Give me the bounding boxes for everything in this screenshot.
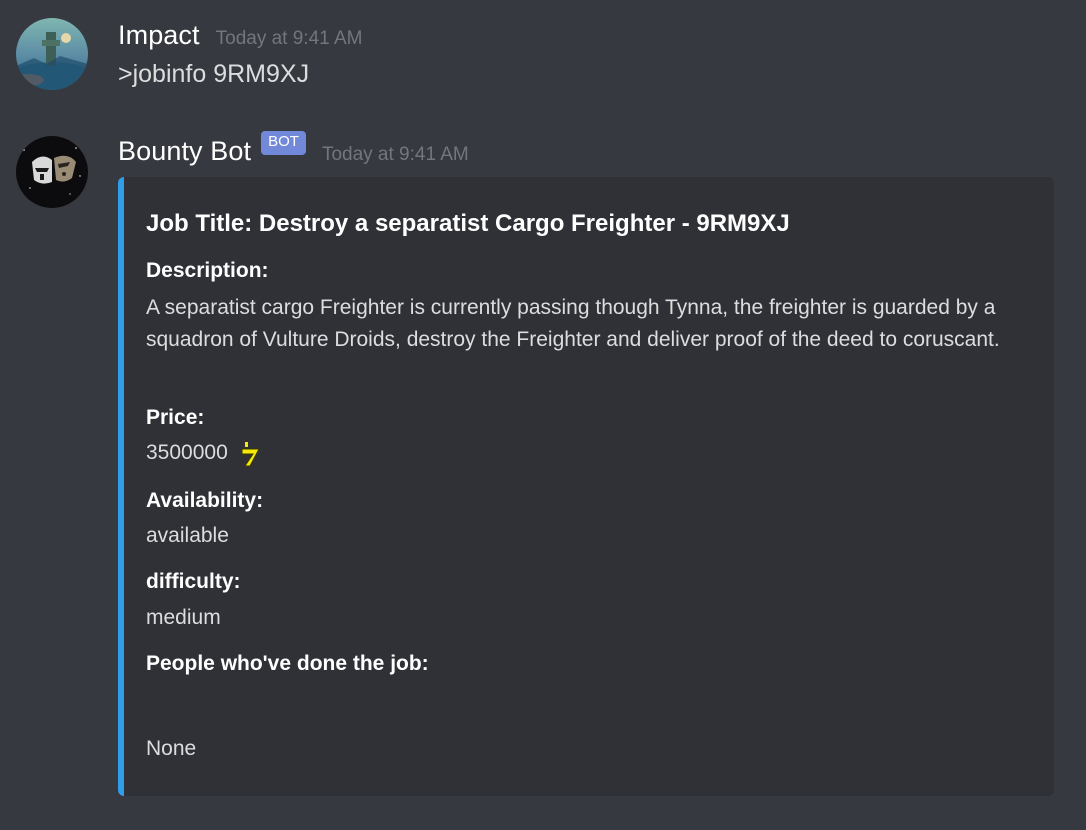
clone-trooper-avatar-icon[interactable] — [16, 136, 88, 208]
message-bounty-bot: Bounty Bot BOT Today at 9:41 AM Job Titl… — [0, 118, 1086, 818]
bot-tag-badge: BOT — [261, 131, 306, 155]
field-value-people: None — [146, 737, 197, 760]
field-value-price: 3500000 — [146, 441, 228, 464]
job-embed: Job Title: Destroy a separatist Cargo Fr… — [118, 177, 1054, 796]
username[interactable]: Bounty Bot — [118, 136, 251, 167]
timestamp: Today at 9:41 AM — [215, 28, 363, 49]
field-name-people: People who've done the job: — [146, 652, 429, 675]
chat-messages: Impact Today at 9:41 AM >jobinfo 9RM9XJ — [0, 0, 1086, 830]
field-name-price: Price: — [146, 406, 205, 429]
message-text: >jobinfo 9RM9XJ — [118, 60, 310, 88]
field-value-difficulty: medium — [146, 606, 221, 629]
field-name-availability: Availability: — [146, 489, 264, 512]
message-impact: Impact Today at 9:41 AM >jobinfo 9RM9XJ — [0, 0, 1086, 110]
credit-icon — [240, 439, 262, 467]
message-header: Impact Today at 9:41 AM — [118, 20, 362, 51]
field-value-availability: available — [146, 524, 229, 547]
field-name-description: Description: — [146, 259, 269, 282]
username[interactable]: Impact — [118, 20, 200, 51]
timestamp: Today at 9:41 AM — [321, 144, 469, 165]
landscape-avatar-icon[interactable] — [16, 18, 88, 90]
field-value-description: A separatist cargo Freighter is currentl… — [146, 296, 1000, 351]
embed-title: Job Title: Destroy a separatist Cargo Fr… — [146, 210, 790, 237]
message-header: Bounty Bot BOT Today at 9:41 AM — [118, 131, 469, 167]
field-value-price-row: 3500000 — [146, 437, 262, 469]
field-name-difficulty: difficulty: — [146, 570, 241, 593]
